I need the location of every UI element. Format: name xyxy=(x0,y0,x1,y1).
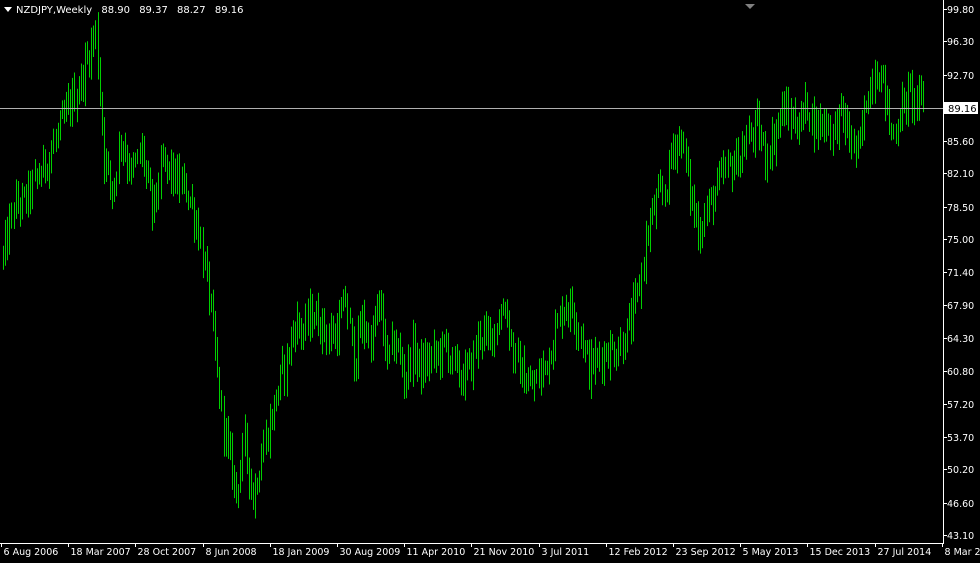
chart-header: NZDJPY,Weekly 88.90 89.37 88.27 89.16 xyxy=(4,4,249,18)
y-tick-label: 71.40 xyxy=(947,268,974,279)
price-chart[interactable]: 99.80 96.30 92.70 85.60 82.10 78.50 75.00 71.40… xyxy=(0,0,980,559)
x-tick-label: 18 Mar 2007 xyxy=(71,547,131,558)
x-tick-label: 30 Aug 2009 xyxy=(340,547,401,558)
open-price: 88.90 xyxy=(101,5,130,16)
y-tick-label: 46.60 xyxy=(947,499,974,510)
y-tick-label: 96.30 xyxy=(947,37,974,48)
x-tick-label: 18 Jan 2009 xyxy=(273,547,330,558)
x-tick-label: 6 Aug 2006 xyxy=(4,547,59,558)
x-tick-label: 3 Jul 2011 xyxy=(542,547,590,558)
x-tick-label: 8 Jun 2008 xyxy=(206,547,257,558)
current-price-tag: 89.16 xyxy=(944,102,978,115)
y-tick-label: 57.20 xyxy=(947,400,974,411)
chart-canvas[interactable]: 99.80 96.30 92.70 85.60 82.10 78.50 75.00 71.40… xyxy=(0,0,980,559)
x-tick-label: 11 Apr 2010 xyxy=(407,547,466,558)
y-tick-label: 64.30 xyxy=(947,334,974,345)
y-tick-label: 50.20 xyxy=(947,465,974,476)
x-tick-label: 5 May 2013 xyxy=(743,547,799,558)
y-tick-label: 92.70 xyxy=(947,71,974,82)
dropdown-triangle-icon[interactable] xyxy=(4,7,12,12)
y-tick-label: 85.60 xyxy=(947,137,974,148)
x-tick-label: 15 Dec 2013 xyxy=(810,547,871,558)
y-tick-label: 53.70 xyxy=(947,433,974,444)
y-tick-label: 99.80 xyxy=(947,5,974,16)
y-tick-label: 78.50 xyxy=(947,203,974,214)
x-tick-label: 28 Oct 2007 xyxy=(138,547,197,558)
x-tick-label: 8 Mar 2015 xyxy=(945,547,980,558)
chart-background xyxy=(0,0,980,559)
high-price: 89.37 xyxy=(139,5,168,16)
low-price: 88.27 xyxy=(177,5,206,16)
y-tick-label: 75.00 xyxy=(947,235,974,246)
y-tick-label: 43.10 xyxy=(947,531,974,542)
x-tick-label: 21 Nov 2010 xyxy=(474,547,535,558)
x-tick-label: 27 Jul 2014 xyxy=(878,547,932,558)
x-tick-label: 23 Sep 2012 xyxy=(676,547,736,558)
y-tick-label: 67.90 xyxy=(947,301,974,312)
y-tick-label: 82.10 xyxy=(947,169,974,180)
y-tick-label: 60.80 xyxy=(947,367,974,378)
x-tick-label: 12 Feb 2012 xyxy=(609,547,668,558)
price-tag-label: 89.16 xyxy=(948,104,977,115)
symbol-timeframe: NZDJPY,Weekly xyxy=(16,5,92,16)
close-price: 89.16 xyxy=(215,5,244,16)
